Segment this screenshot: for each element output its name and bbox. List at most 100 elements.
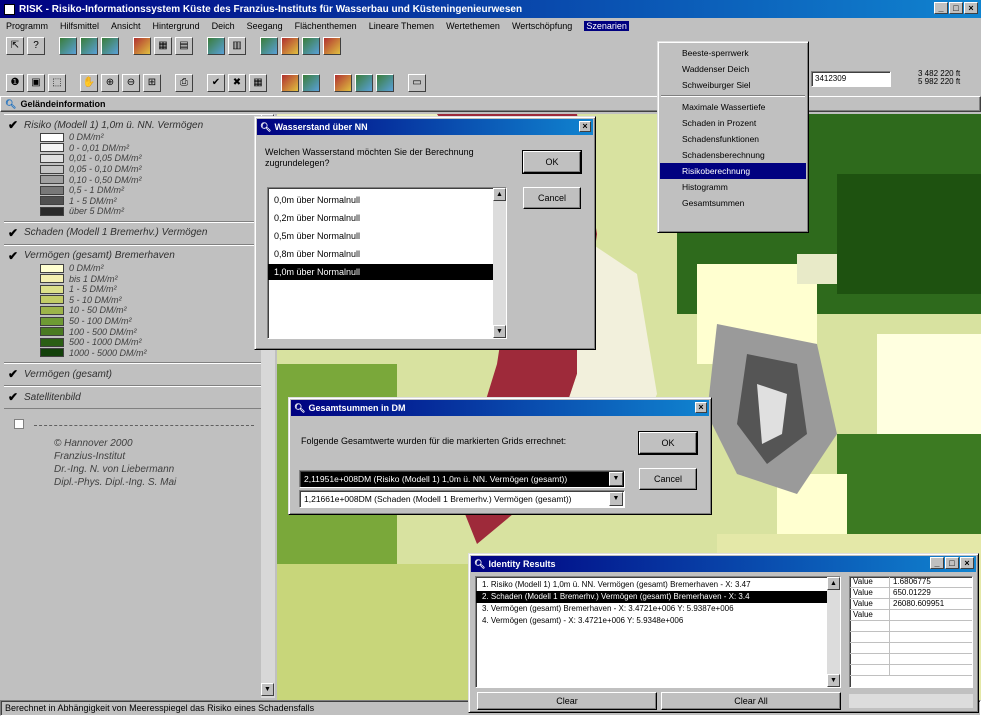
coordinate-input[interactable]: 3412309: [811, 71, 891, 87]
wasserstand-option[interactable]: 0,2m über Normalnull: [268, 210, 494, 226]
minimize-button[interactable]: _: [930, 557, 944, 569]
identity-row[interactable]: 2. Schaden (Modell 1 Bremerhv.) Vermögen…: [476, 591, 828, 603]
help-icon[interactable]: ?: [27, 37, 45, 55]
listbox-scrollbar[interactable]: ▲ ▼: [827, 577, 840, 687]
tree-icon[interactable]: [101, 37, 119, 55]
scroll-down-icon[interactable]: ▼: [493, 325, 506, 338]
minimize-button[interactable]: _: [934, 2, 948, 14]
identity-row[interactable]: 1. Risiko (Modell 1) 1,0m ü. NN. Vermöge…: [476, 579, 828, 591]
menu-item[interactable]: Risikoberechnung: [660, 163, 806, 179]
scroll-up-icon[interactable]: ▲: [493, 188, 506, 201]
layer-risiko[interactable]: ✔ Risiko (Modell 1) 1,0m ü. NN. Vermögen …: [4, 114, 262, 222]
grid-icon[interactable]: ▦: [154, 37, 172, 55]
menu-szenarien[interactable]: Szenarien: [584, 21, 629, 31]
cancel-button[interactable]: Cancel: [639, 468, 697, 490]
menu-item[interactable]: Gesamtsummen: [660, 195, 806, 211]
zoom-out-icon[interactable]: ⊖: [122, 74, 140, 92]
menu-programm[interactable]: Programm: [6, 21, 48, 31]
theme-icon-2[interactable]: [281, 37, 299, 55]
menu-item[interactable]: Schadensfunktionen: [660, 131, 806, 147]
menu-lineare-themen[interactable]: Lineare Themen: [369, 21, 434, 31]
zoom-full-icon[interactable]: ⊞: [143, 74, 161, 92]
layer-schaden[interactable]: ✔ Schaden (Modell 1 Bremerhv.) Vermögen: [4, 221, 262, 245]
water-icon[interactable]: [80, 37, 98, 55]
chart-icon[interactable]: [207, 37, 225, 55]
zoom-in-icon[interactable]: ⊕: [101, 74, 119, 92]
theme-icon-1[interactable]: [260, 37, 278, 55]
summen-combo-schaden[interactable]: 1,21661e+008DM (Schaden (Modell 1 Bremer…: [299, 490, 625, 508]
wasserstand-listbox[interactable]: 0,0m über Normalnull 0,2m über Normalnull…: [267, 187, 507, 339]
clear-button[interactable]: Clear: [477, 692, 657, 710]
cancel-button[interactable]: Cancel: [523, 187, 581, 209]
scroll-up-icon[interactable]: ▲: [827, 577, 840, 590]
menu-hintergrund[interactable]: Hintergrund: [153, 21, 200, 31]
select-icon[interactable]: ⬚: [48, 74, 66, 92]
close-icon[interactable]: ×: [579, 121, 591, 132]
wasserstand-option[interactable]: 0,5m über Normalnull: [268, 228, 494, 244]
identity-row[interactable]: 4. Vermögen (gesamt) - X: 3.4721e+006 Y:…: [476, 615, 828, 627]
info-icon[interactable]: ❶: [6, 74, 24, 92]
layer-vermoegen-gesamt[interactable]: ✔ Vermögen (gesamt): [4, 363, 262, 387]
table2-icon[interactable]: ▦: [249, 74, 267, 92]
wasserstand-option[interactable]: 1,0m über Normalnull: [268, 264, 494, 280]
measure-icon[interactable]: [355, 74, 373, 92]
print-icon[interactable]: ⎙: [175, 74, 193, 92]
close-icon[interactable]: ×: [695, 402, 707, 413]
menu-item[interactable]: Schadensberechnung: [660, 147, 806, 163]
menu-hilfsmittel[interactable]: Hilfsmittel: [60, 21, 99, 31]
wasserstand-option[interactable]: 0,8m über Normalnull: [268, 246, 494, 262]
menu-deich[interactable]: Deich: [212, 21, 235, 31]
layer-satellitenbild[interactable]: ✔ Satellitenbild: [4, 386, 262, 410]
theme-icon-3[interactable]: [302, 37, 320, 55]
table-icon[interactable]: ▤: [175, 37, 193, 55]
graph-icon[interactable]: [302, 74, 320, 92]
menu-item[interactable]: Maximale Wassertiefe: [660, 99, 806, 115]
theme-icon-4[interactable]: [323, 37, 341, 55]
hand-icon[interactable]: ✋: [80, 74, 98, 92]
scroll-down-icon[interactable]: ▼: [827, 674, 840, 687]
list-icon[interactable]: ▥: [228, 37, 246, 55]
menu-wertschoepfung[interactable]: Wertschöpfung: [512, 21, 572, 31]
maximize-button[interactable]: □: [949, 2, 963, 14]
identity-value-grid[interactable]: Value 1.6806775 Value 650.01229 Value 26080.6…: [849, 576, 973, 688]
layer-vermoegen-bremerhaven[interactable]: ✔ Vermögen (gesamt) Bremerhaven 0 DM/m² bi…: [4, 244, 262, 364]
pointer-icon[interactable]: ⇱: [6, 37, 24, 55]
menu-item[interactable]: Histogramm: [660, 179, 806, 195]
menu-item[interactable]: Beeste-sperrwerk: [660, 45, 806, 61]
close-button[interactable]: ×: [964, 2, 978, 14]
identity-row[interactable]: 3. Vermögen (gesamt) Bremerhaven - X: 3.…: [476, 603, 828, 615]
listbox-scrollbar[interactable]: ▲ ▼: [493, 188, 506, 338]
menu-item[interactable]: Schaden in Prozent: [660, 115, 806, 131]
summen-combo-risiko[interactable]: 2,11951e+008DM (Risiko (Modell 1) 1,0m ü…: [299, 470, 625, 488]
menu-ansicht[interactable]: Ansicht: [111, 21, 141, 31]
calc-icon[interactable]: [334, 74, 352, 92]
menu-item[interactable]: Waddenser Deich: [660, 61, 806, 77]
layer-checkbox[interactable]: ✔: [8, 367, 24, 381]
ok-button[interactable]: OK: [638, 431, 698, 455]
menu-seegang[interactable]: Seegang: [247, 21, 283, 31]
layer-checkbox[interactable]: ✔: [8, 118, 24, 132]
layer-checkbox[interactable]: ✔: [8, 390, 24, 404]
chevron-down-icon[interactable]: ▼: [609, 472, 623, 486]
window-icon[interactable]: ▭: [408, 74, 426, 92]
delete-icon[interactable]: ✖: [228, 74, 246, 92]
layer-checkbox[interactable]: ✔: [8, 226, 24, 240]
scroll-down-icon[interactable]: ▼: [261, 683, 274, 696]
menu-item[interactable]: Schweiburger Siel: [660, 77, 806, 93]
chevron-down-icon[interactable]: ▼: [609, 492, 623, 506]
credits-checkbox[interactable]: [14, 419, 24, 430]
check-icon[interactable]: ✔: [207, 74, 225, 92]
map-icon[interactable]: [59, 37, 77, 55]
identity-listbox[interactable]: 1. Risiko (Modell 1) 1,0m ü. NN. Vermöge…: [475, 576, 841, 688]
wasserstand-option[interactable]: 0,0m über Normalnull: [268, 192, 494, 208]
layer-icon[interactable]: [133, 37, 151, 55]
ok-button[interactable]: OK: [522, 150, 582, 174]
menu-wertethemen[interactable]: Wertethemen: [446, 21, 500, 31]
zoom-region-icon[interactable]: ▣: [27, 74, 45, 92]
maximize-button[interactable]: □: [945, 557, 959, 569]
menu-flaechenthemen[interactable]: Flächenthemen: [295, 21, 357, 31]
report-icon[interactable]: [281, 74, 299, 92]
grid-hscrollbar[interactable]: [849, 694, 973, 708]
close-button[interactable]: ×: [960, 557, 974, 569]
clear-all-button[interactable]: Clear All: [661, 692, 841, 710]
